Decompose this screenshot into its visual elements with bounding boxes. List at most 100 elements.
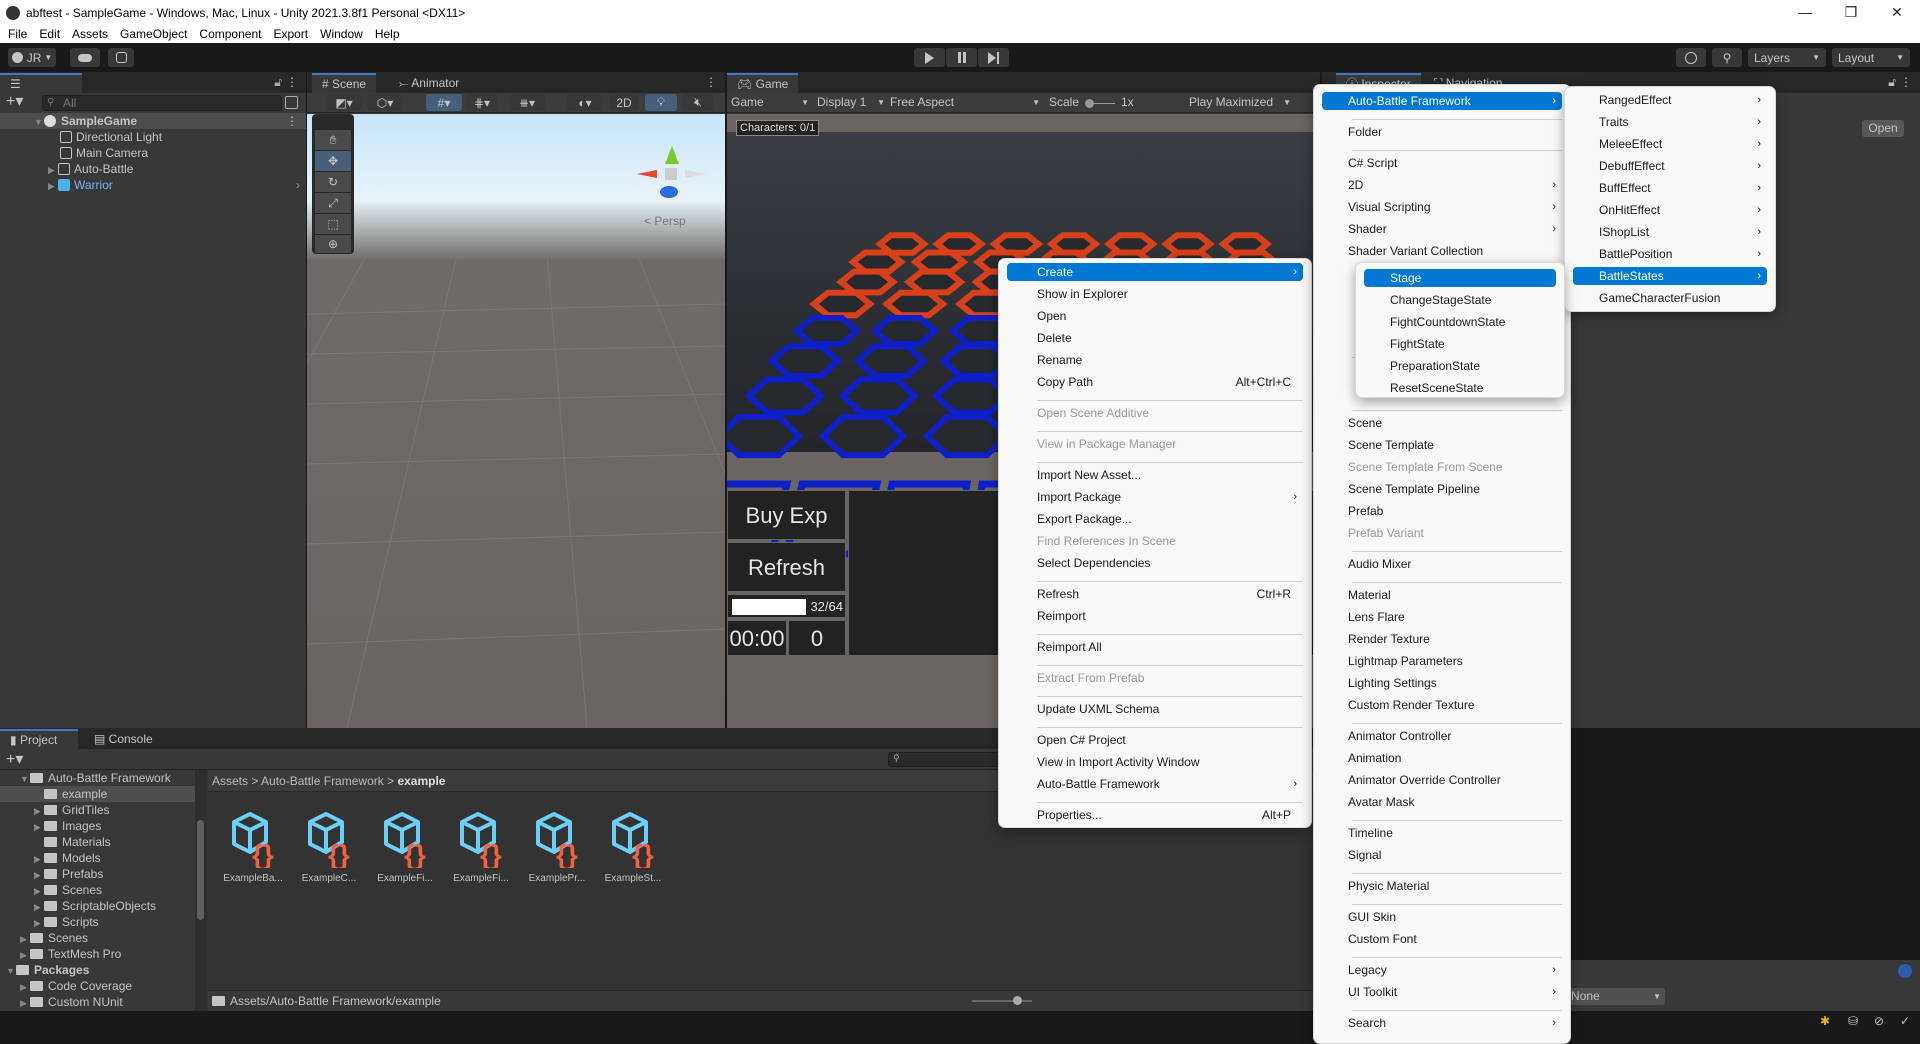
player-hex-tile[interactable]: [792, 315, 862, 347]
icon-size-slider[interactable]: [972, 996, 1032, 1005]
cache-server-icon[interactable]: ⛁: [1848, 1014, 1858, 1028]
menu-item-prefab[interactable]: Prefab: [1322, 502, 1562, 520]
tab-hierarchy[interactable]: ☰ Hierarchy: [0, 73, 82, 109]
play-mode-dropdown[interactable]: Play Maximized ▼: [1189, 95, 1291, 109]
menu-item-signal[interactable]: Signal: [1322, 846, 1562, 864]
scale-slider[interactable]: [1085, 97, 1115, 108]
audio-toggle[interactable]: 🔇︎: [683, 94, 713, 111]
layers-dropdown[interactable]: Layers ▼: [1748, 48, 1826, 67]
project-tree-item[interactable]: ▶ Models: [0, 850, 195, 866]
bug-report-icon[interactable]: ✱: [1820, 1014, 1830, 1028]
draw-mode-dropdown[interactable]: ◩▾: [326, 94, 362, 111]
project-tree-item[interactable]: ▶ Scenes: [0, 930, 195, 946]
asset-item[interactable]: {} ExampleFi...: [448, 808, 514, 888]
enemy-hex-tile[interactable]: [836, 268, 898, 296]
menu-item-changestagestate[interactable]: ChangeStageState: [1364, 291, 1556, 309]
menu-component[interactable]: Component: [199, 27, 261, 41]
asset-item[interactable]: {} ExampleSt...: [600, 808, 666, 888]
network-icon[interactable]: ⊘: [1874, 1014, 1884, 1028]
enemy-hex-tile[interactable]: [882, 289, 948, 319]
grid-toggle[interactable]: #▾: [426, 94, 462, 111]
menu-item-export-package[interactable]: Export Package...: [1007, 510, 1303, 528]
close-button[interactable]: ✕: [1874, 0, 1920, 25]
play-button[interactable]: [914, 48, 945, 67]
progress-check-icon[interactable]: ✓: [1900, 1014, 1910, 1028]
expand-down-icon[interactable]: ▼: [20, 771, 30, 787]
menu-item-search[interactable]: Search ›: [1322, 1014, 1562, 1032]
project-tree-item[interactable]: ▶ Images: [0, 818, 195, 834]
hierarchy-item[interactable]: Directional Light: [0, 129, 306, 145]
menu-item-traits[interactable]: Traits ›: [1573, 113, 1767, 131]
menu-item-onhiteffect[interactable]: OnHitEffect ›: [1573, 201, 1767, 219]
menu-item-folder[interactable]: Folder: [1322, 123, 1562, 141]
asset-labels-icon[interactable]: [1898, 964, 1912, 978]
persp-label[interactable]: < Persp: [644, 214, 686, 228]
more-options-icon[interactable]: ⋮: [286, 75, 298, 89]
popout-icon[interactable]: [285, 96, 298, 109]
chevron-right-icon[interactable]: ›: [296, 177, 300, 193]
menu-item-legacy[interactable]: Legacy ›: [1322, 961, 1562, 979]
menu-item-scene-template-pipeline[interactable]: Scene Template Pipeline: [1322, 480, 1562, 498]
expand-right-icon[interactable]: ▶: [20, 995, 30, 1011]
menu-item-preparationstate[interactable]: PreparationState: [1364, 357, 1556, 375]
menu-edit[interactable]: Edit: [39, 27, 60, 41]
player-hex-tile[interactable]: [767, 343, 843, 379]
menu-item-create[interactable]: Create ›: [1007, 263, 1303, 281]
refresh-shop-button[interactable]: Refresh: [727, 542, 846, 592]
aspect-dropdown[interactable]: Free Aspect ▼: [890, 95, 1040, 109]
enemy-hex-tile[interactable]: [903, 268, 966, 296]
scene-gizmo[interactable]: [627, 134, 717, 224]
menu-item-lens-flare[interactable]: Lens Flare: [1322, 608, 1562, 626]
render-mode-dropdown[interactable]: ⬡▾: [367, 94, 403, 111]
menu-item-refresh[interactable]: Refresh Ctrl+R: [1007, 585, 1303, 603]
rect-tool[interactable]: ⬚: [315, 214, 351, 234]
menu-item-ishoplist[interactable]: IShopList ›: [1573, 223, 1767, 241]
menu-item-scene[interactable]: Scene: [1322, 414, 1562, 432]
expand-down-icon[interactable]: ▼: [6, 963, 16, 979]
menu-item-avatar-mask[interactable]: Avatar Mask: [1322, 793, 1562, 811]
breadcrumb-assets[interactable]: Assets: [212, 774, 248, 788]
snap-toggle[interactable]: ⋕▾: [467, 94, 497, 111]
player-hex-tile[interactable]: [922, 413, 1012, 459]
menu-item-rename[interactable]: Rename: [1007, 351, 1303, 369]
lighting-toggle[interactable]: 💡︎: [645, 94, 677, 111]
project-tree-item[interactable]: ▶ Scenes: [0, 882, 195, 898]
menu-item-audio-mixer[interactable]: Audio Mixer: [1322, 555, 1562, 573]
expand-right-icon[interactable]: ▶: [20, 947, 30, 963]
hand-tool[interactable]: ✋︎: [315, 130, 351, 150]
player-hex-tile[interactable]: [744, 376, 826, 416]
expand-right-icon[interactable]: ▶: [34, 915, 44, 931]
menu-item-auto-battle-framework[interactable]: Auto-Battle Framework ›: [1322, 92, 1562, 110]
tree-scrollbar[interactable]: [195, 770, 207, 1011]
project-tree-item[interactable]: ▶ Prefabs: [0, 866, 195, 882]
menu-file[interactable]: File: [8, 27, 27, 41]
menu-item-auto-battle-framework[interactable]: Auto-Battle Framework ›: [1007, 775, 1303, 793]
menu-item-rangedeffect[interactable]: RangedEffect ›: [1573, 91, 1767, 109]
menu-item-open[interactable]: Open: [1007, 307, 1303, 325]
expand-right-icon[interactable]: ▶: [34, 803, 44, 819]
search-button[interactable]: ⚲: [1712, 48, 1742, 67]
increment-snap[interactable]: ⧻▾: [509, 94, 545, 111]
menu-item-reimport[interactable]: Reimport: [1007, 607, 1303, 625]
expand-right-icon[interactable]: ▶: [20, 979, 30, 995]
enemy-hex-tile[interactable]: [809, 289, 875, 319]
menu-item-show-in-explorer[interactable]: Show in Explorer: [1007, 285, 1303, 303]
cloud-button[interactable]: [70, 48, 100, 67]
project-tree-item[interactable]: Materials: [0, 834, 195, 850]
tab-game[interactable]: 🎮︎ Game: [727, 73, 799, 93]
menu-item-c-script[interactable]: C# Script: [1322, 154, 1562, 172]
expand-right-icon[interactable]: ▶: [34, 819, 44, 835]
transform-tool[interactable]: ⊕: [315, 235, 351, 253]
menu-item-material[interactable]: Material: [1322, 586, 1562, 604]
menu-item-custom-render-texture[interactable]: Custom Render Texture: [1322, 696, 1562, 714]
menu-item-timeline[interactable]: Timeline: [1322, 824, 1562, 842]
tab-scene[interactable]: # Scene: [312, 73, 377, 93]
breadcrumb-example[interactable]: example: [397, 774, 445, 788]
player-hex-tile[interactable]: [818, 413, 908, 459]
move-tool[interactable]: ✥: [315, 151, 351, 171]
expand-right-icon[interactable]: ▶: [34, 883, 44, 899]
game-view-dropdown[interactable]: Game ▼: [731, 95, 809, 109]
project-tree-item[interactable]: ▶ GridTiles: [0, 802, 195, 818]
hierarchy-item[interactable]: ▶ Warrior ›: [0, 177, 306, 193]
project-tree-item[interactable]: ▶ Code Coverage: [0, 978, 195, 994]
